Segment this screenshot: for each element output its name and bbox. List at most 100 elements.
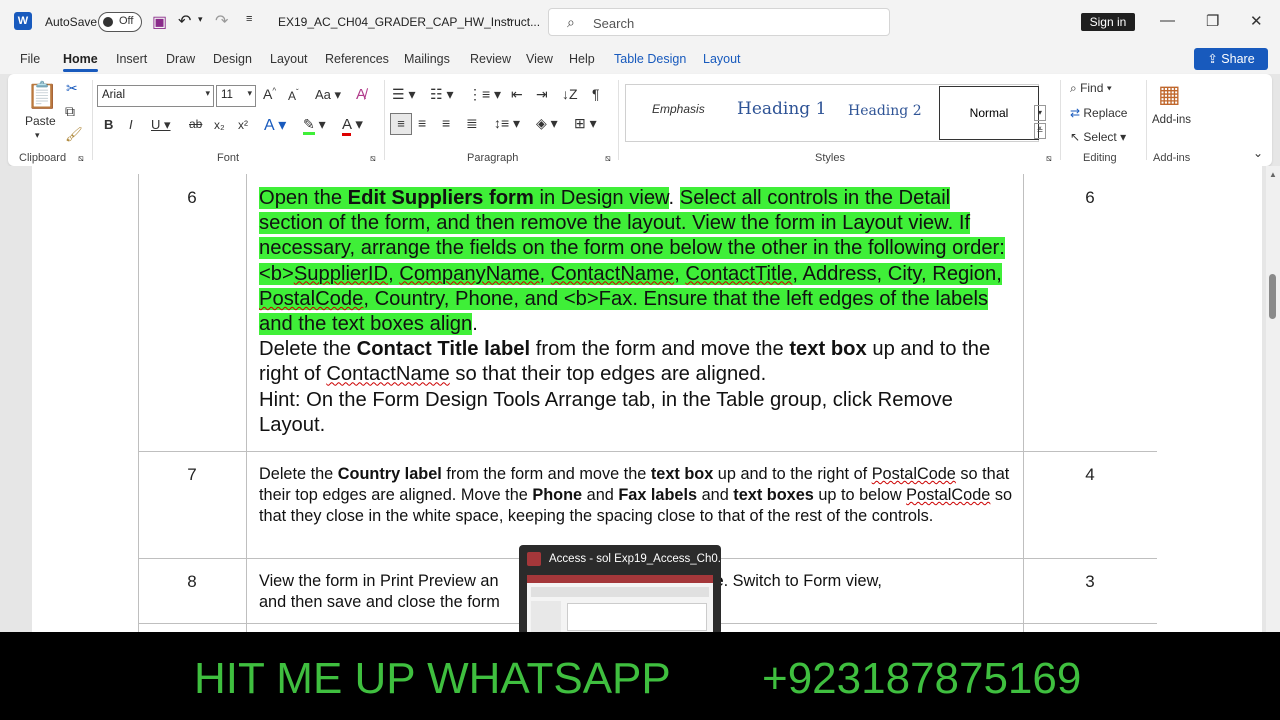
paragraph-launcher-icon[interactable]: ⧅: [605, 153, 611, 164]
undo-icon[interactable]: ↶: [178, 11, 191, 31]
underline-icon[interactable]: U ▾: [151, 117, 171, 133]
bold-icon[interactable]: B: [104, 117, 113, 132]
strikethrough-icon[interactable]: ab: [189, 117, 202, 131]
text-run: Country label: [337, 465, 442, 483]
vertical-scrollbar[interactable]: ▲: [1266, 166, 1280, 632]
text-run: up and to the right of: [713, 465, 872, 483]
grow-font-icon[interactable]: A^: [263, 86, 276, 102]
align-left-icon[interactable]: ≡: [390, 113, 412, 135]
clear-formatting-icon[interactable]: A̸: [356, 86, 366, 103]
add-ins-icon[interactable]: ▦: [1158, 80, 1181, 109]
step-instruction[interactable]: Delete the Country label from the form a…: [259, 464, 1014, 527]
tab-file[interactable]: File: [20, 52, 40, 66]
style-heading-2[interactable]: Heading 2: [848, 103, 922, 119]
minimize-icon[interactable]: —: [1160, 12, 1175, 29]
share-button[interactable]: ⇪ Share: [1194, 48, 1268, 70]
text-run: .: [668, 187, 680, 209]
save-icon[interactable]: ▣: [152, 12, 167, 32]
shading-icon[interactable]: ◈ ▾: [536, 115, 558, 132]
tab-design[interactable]: Design: [213, 52, 252, 66]
divider: [1146, 80, 1147, 160]
scroll-up-icon[interactable]: ▲: [1269, 170, 1277, 179]
font-color-icon[interactable]: A ▾: [342, 115, 363, 136]
tab-table-layout[interactable]: Layout: [703, 52, 741, 66]
find-button[interactable]: ⌕ Find ▾: [1070, 81, 1112, 96]
tab-table-design[interactable]: Table Design: [614, 52, 686, 66]
restore-icon[interactable]: ❐: [1206, 12, 1219, 30]
styles-launcher-icon[interactable]: ⧅: [1046, 153, 1052, 164]
text-run: so that their top edges are aligned.: [449, 363, 767, 386]
text-effects-icon[interactable]: A ▾: [264, 115, 286, 135]
align-right-icon[interactable]: ≡: [442, 115, 450, 131]
tab-view[interactable]: View: [526, 52, 553, 66]
tab-mailings[interactable]: Mailings: [404, 52, 450, 66]
bullets-icon[interactable]: ☰ ▾: [392, 86, 415, 103]
style-emphasis[interactable]: Emphasis: [652, 102, 705, 116]
subscript-icon[interactable]: x₂: [214, 118, 225, 132]
show-formatting-icon[interactable]: ¶: [592, 86, 600, 102]
close-icon[interactable]: ✕: [1250, 12, 1263, 30]
styles-scroll-down-icon[interactable]: ▾: [1034, 105, 1046, 121]
scrollbar-thumb[interactable]: [1269, 274, 1276, 319]
tab-draw[interactable]: Draw: [166, 52, 195, 66]
italic-icon[interactable]: I: [129, 117, 133, 132]
shrink-font-icon[interactable]: Aˇ: [288, 88, 299, 103]
tab-help[interactable]: Help: [569, 52, 595, 66]
access-app-icon: [527, 552, 541, 566]
autosave-toggle[interactable]: Off: [98, 12, 142, 32]
cut-icon[interactable]: ✂: [66, 80, 78, 97]
preview-thumbnail[interactable]: [527, 575, 713, 635]
paste-button[interactable]: Paste: [25, 114, 56, 128]
style-normal[interactable]: Normal: [939, 86, 1039, 140]
search-box[interactable]: ⌕ Search: [548, 8, 890, 36]
superscript-icon[interactable]: x²: [238, 118, 248, 132]
text-run: Fax labels: [618, 486, 698, 504]
align-center-icon[interactable]: ≡: [418, 115, 426, 131]
divider: [246, 174, 247, 632]
multilevel-list-icon[interactable]: ⋮≡ ▾: [468, 86, 501, 103]
font-group-label: Font: [217, 152, 240, 164]
text-run: .: [472, 313, 478, 336]
paste-icon[interactable]: 📋: [26, 80, 58, 111]
highlight-icon[interactable]: ✎ ▾: [303, 116, 326, 135]
decrease-indent-icon[interactable]: ⇤: [511, 86, 523, 103]
step-instruction[interactable]: Open the Edit Suppliers form in Design v…: [259, 186, 1014, 438]
ribbon-tabs: File Home Insert Draw Design Layout Refe…: [0, 44, 1280, 74]
change-case-icon[interactable]: Aa ▾: [315, 87, 341, 103]
font-size-combo[interactable]: 11 ▾: [216, 85, 256, 107]
styles-more-icon[interactable]: ≚: [1034, 123, 1046, 139]
increase-indent-icon[interactable]: ⇥: [536, 86, 548, 103]
redo-icon[interactable]: ↷: [215, 11, 228, 31]
borders-icon[interactable]: ⊞ ▾: [574, 115, 597, 132]
sort-icon[interactable]: ↓Z: [562, 86, 578, 102]
tab-references[interactable]: References: [325, 52, 389, 66]
text-run: , Address, City, Region,: [792, 262, 1002, 285]
font-launcher-icon[interactable]: ⧅: [370, 153, 376, 164]
customize-toolbar-icon[interactable]: ≡: [246, 13, 252, 25]
chevron-down-icon[interactable]: ⌄: [505, 13, 513, 24]
numbering-icon[interactable]: ☷ ▾: [430, 86, 453, 103]
tab-layout[interactable]: Layout: [270, 52, 308, 66]
style-heading-1[interactable]: Heading 1: [737, 99, 826, 119]
add-ins-button[interactable]: Add-ins: [1152, 114, 1191, 126]
replace-button[interactable]: ⇄ Replace: [1070, 106, 1127, 120]
tab-home[interactable]: Home: [63, 52, 98, 72]
font-name-combo[interactable]: Arial ▾: [97, 85, 214, 107]
format-painter-icon[interactable]: 🖌: [65, 126, 83, 143]
justify-icon[interactable]: ≣: [466, 115, 478, 132]
editing-group-label: Editing: [1083, 152, 1117, 164]
clipboard-launcher-icon[interactable]: ⧅: [78, 153, 84, 164]
tab-review[interactable]: Review: [470, 52, 511, 66]
text-run: View the form in Print Preview an: [259, 572, 499, 590]
search-input[interactable]: Search: [593, 16, 634, 31]
paste-dropdown-icon[interactable]: ▾: [35, 130, 40, 141]
taskbar-preview[interactable]: Access - sol Exp19_Access_Ch0...: [519, 545, 727, 635]
tab-insert[interactable]: Insert: [116, 52, 147, 66]
copy-icon[interactable]: ⧉: [65, 103, 75, 120]
collapse-ribbon-icon[interactable]: ⌄: [1253, 146, 1263, 160]
undo-dropdown-icon[interactable]: ▾: [198, 14, 203, 25]
sign-in-button[interactable]: Sign in: [1081, 13, 1135, 31]
select-button[interactable]: ↖ Select ▾: [1070, 130, 1126, 144]
line-spacing-icon[interactable]: ↕≡ ▾: [494, 115, 520, 132]
document-title[interactable]: EX19_AC_CH04_GRADER_CAP_HW_Instruct...: [278, 15, 540, 29]
